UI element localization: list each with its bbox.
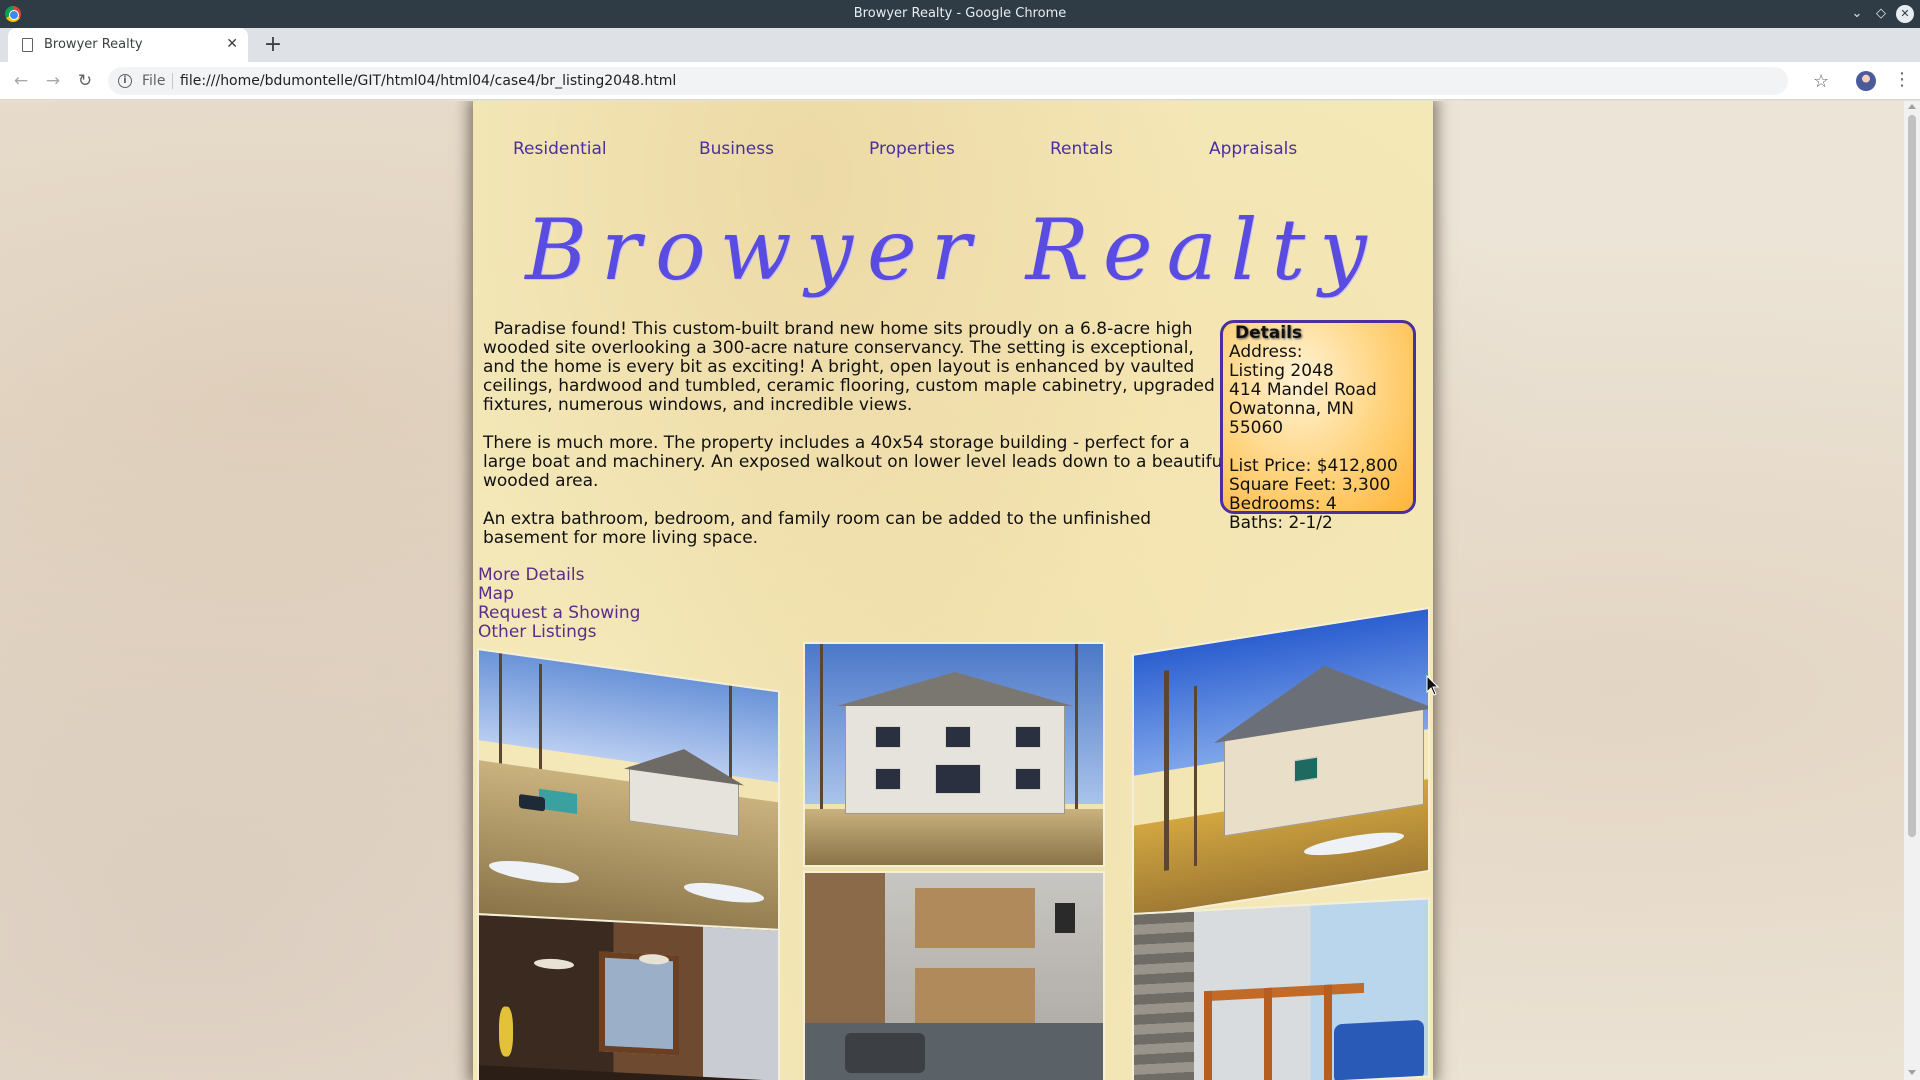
scroll-down-arrow-icon[interactable] (1908, 1070, 1916, 1075)
link-other-listings[interactable]: Other Listings (478, 623, 640, 642)
tab-title: Browyer Realty (44, 37, 143, 52)
details-title: Details (1235, 323, 1303, 343)
nav-rentals[interactable]: Rentals (1050, 139, 1113, 159)
nav-properties[interactable]: Properties (869, 139, 955, 159)
tab-close-icon[interactable]: ✕ (226, 36, 238, 52)
link-request-showing[interactable]: Request a Showing (478, 604, 640, 623)
bookmark-star-icon[interactable]: ☆ (1813, 71, 1829, 92)
site-logo: Browyer Realty (525, 201, 1381, 299)
photo-stairway (1132, 897, 1430, 1080)
street-address: 414 Mandel Road (1229, 380, 1377, 400)
listing-number: Listing 2048 (1229, 361, 1334, 381)
vertical-scrollbar[interactable] (1904, 101, 1920, 1080)
square-feet: Square Feet: 3,300 (1229, 475, 1391, 495)
nav-appraisals[interactable]: Appraisals (1209, 139, 1297, 159)
browser-toolbar: ← → ↻ i File file:///home/bdumontelle/GI… (0, 62, 1920, 100)
address-label: Address: (1229, 342, 1303, 362)
link-map[interactable]: Map (478, 585, 640, 604)
details-box: Details Address: Listing 2048 414 Mandel… (1220, 320, 1416, 533)
close-window-icon[interactable]: ✕ (1896, 5, 1914, 23)
tab-browyer-realty[interactable]: Browyer Realty ✕ (8, 28, 248, 62)
description-paragraph: There is much more. The property include… (483, 433, 1228, 491)
main-nav: Residential Business Properties Rentals … (473, 139, 1433, 163)
tab-strip: Browyer Realty ✕ + (0, 28, 1920, 62)
photo-dining-room (477, 913, 780, 1080)
link-more-details[interactable]: More Details (478, 566, 640, 585)
scroll-up-arrow-icon[interactable] (1908, 104, 1916, 109)
list-price: List Price: $412,800 (1229, 456, 1398, 476)
listing-links: More Details Map Request a Showing Other… (478, 566, 640, 642)
bedrooms: Bedrooms: 4 (1229, 494, 1337, 514)
page-icon (22, 38, 33, 52)
nav-business[interactable]: Business (699, 139, 774, 159)
baths: Baths: 2-1/2 (1229, 513, 1333, 533)
window-titlebar: Browyer Realty - Google Chrome ⌄ ◇ ✕ (0, 0, 1920, 28)
menu-dots-icon[interactable]: ⋮ (1893, 69, 1911, 90)
description-paragraph: Paradise found! This custom-built brand … (483, 320, 1228, 415)
photo-side-house (1132, 606, 1430, 919)
back-icon[interactable]: ← (10, 70, 32, 92)
url-text[interactable]: file:///home/bdumontelle/GIT/html04/html… (180, 73, 676, 89)
window-title: Browyer Realty - Google Chrome (853, 6, 1067, 21)
reload-icon[interactable]: ↻ (74, 70, 96, 92)
scheme-chip: File (142, 73, 166, 89)
city-state-zip: Owatonna, MN 55060 (1229, 399, 1354, 438)
mouse-cursor-icon (1426, 674, 1440, 697)
photo-kitchen (803, 871, 1105, 1080)
page-container: Residential Business Properties Rentals … (473, 101, 1433, 1080)
profile-avatar[interactable] (1856, 71, 1876, 91)
nav-residential[interactable]: Residential (513, 139, 607, 159)
listing-description: Paradise found! This custom-built brand … (483, 320, 1228, 567)
omnibox-separator (172, 73, 173, 89)
forward-icon[interactable]: → (42, 70, 64, 92)
photo-exterior-hill (477, 648, 780, 958)
scrollbar-thumb[interactable] (1908, 115, 1916, 837)
description-paragraph: An extra bathroom, bedroom, and family r… (483, 509, 1152, 548)
info-icon[interactable]: i (118, 74, 132, 88)
address-bar[interactable]: i File file:///home/bdumontelle/GIT/html… (108, 67, 1788, 95)
description-text-1: Paradise found! This custom-built brand … (483, 319, 1215, 415)
maximize-icon[interactable]: ◇ (1872, 5, 1890, 23)
details-spacer (1229, 438, 1407, 457)
new-tab-icon[interactable]: + (260, 32, 286, 58)
page-viewport: Residential Business Properties Rentals … (0, 101, 1904, 1080)
photo-rear-house (803, 642, 1105, 867)
minimize-icon[interactable]: ⌄ (1848, 5, 1866, 23)
